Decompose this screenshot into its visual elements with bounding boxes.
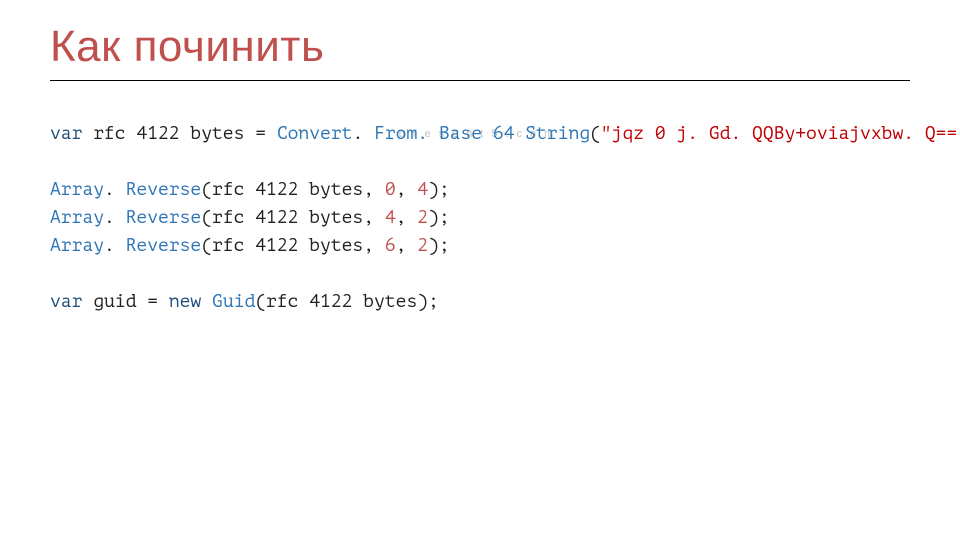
number-literal: 4	[417, 180, 428, 200]
comma: ,	[396, 180, 418, 200]
comma: ,	[396, 208, 418, 228]
method-reverse: Reverse	[126, 236, 202, 256]
dot: .	[352, 124, 374, 144]
number-literal: 6	[385, 236, 396, 256]
title-block: Как починить	[50, 22, 910, 81]
args: (rfc 4122 bytes);	[255, 292, 439, 312]
paren-close: );	[428, 180, 450, 200]
code-line-2: Array. Reverse(rfc 4122 bytes, 0, 4);	[50, 180, 450, 200]
operator-equals: =	[147, 292, 169, 312]
dot: .	[104, 236, 126, 256]
identifier-guid: guid	[82, 292, 147, 312]
args-open: (rfc 4122 bytes,	[201, 208, 385, 228]
number-literal: 0	[385, 180, 396, 200]
type-array: Array	[50, 236, 104, 256]
keyword-var: var	[50, 292, 82, 312]
string-literal: "jqz 0 j. Gd. QQBy+oviajvxbw. Q=="	[601, 124, 960, 144]
number-literal: 2	[417, 236, 428, 256]
args-open: (rfc 4122 bytes,	[201, 180, 385, 200]
number-literal: 4	[385, 208, 396, 228]
paren-close: );	[428, 236, 450, 256]
type-convert: Convert	[277, 124, 353, 144]
code-block: var rfc 4122 bytes = Convert. From. Base…	[50, 120, 920, 316]
number-literal: 2	[417, 208, 428, 228]
paren-close: );	[428, 208, 450, 228]
dot: .	[104, 208, 126, 228]
keyword-var: var	[50, 124, 82, 144]
operator-equals: =	[255, 124, 277, 144]
slide: Как починить present5.com var rfc 4122 b…	[0, 0, 960, 540]
args-open: (rfc 4122 bytes,	[201, 236, 385, 256]
paren-open: (	[590, 124, 601, 144]
dot: .	[104, 180, 126, 200]
slide-title: Как починить	[50, 22, 910, 72]
code-line-4: Array. Reverse(rfc 4122 bytes, 6, 2);	[50, 236, 450, 256]
code-line-1: var rfc 4122 bytes = Convert. From. Base…	[50, 124, 960, 144]
type-array: Array	[50, 208, 104, 228]
type-array: Array	[50, 180, 104, 200]
title-underline	[50, 80, 910, 81]
keyword-new: new	[169, 292, 201, 312]
type-guid: Guid	[212, 292, 255, 312]
code-line-5: var guid = new Guid(rfc 4122 bytes);	[50, 292, 439, 312]
code-line-3: Array. Reverse(rfc 4122 bytes, 4, 2);	[50, 208, 450, 228]
method-reverse: Reverse	[126, 180, 202, 200]
space	[201, 292, 212, 312]
comma: ,	[396, 236, 418, 256]
identifier-rfcbytes: rfc 4122 bytes	[82, 124, 255, 144]
method-reverse: Reverse	[126, 208, 202, 228]
method-frombase64string: From. Base 64 String	[374, 124, 590, 144]
